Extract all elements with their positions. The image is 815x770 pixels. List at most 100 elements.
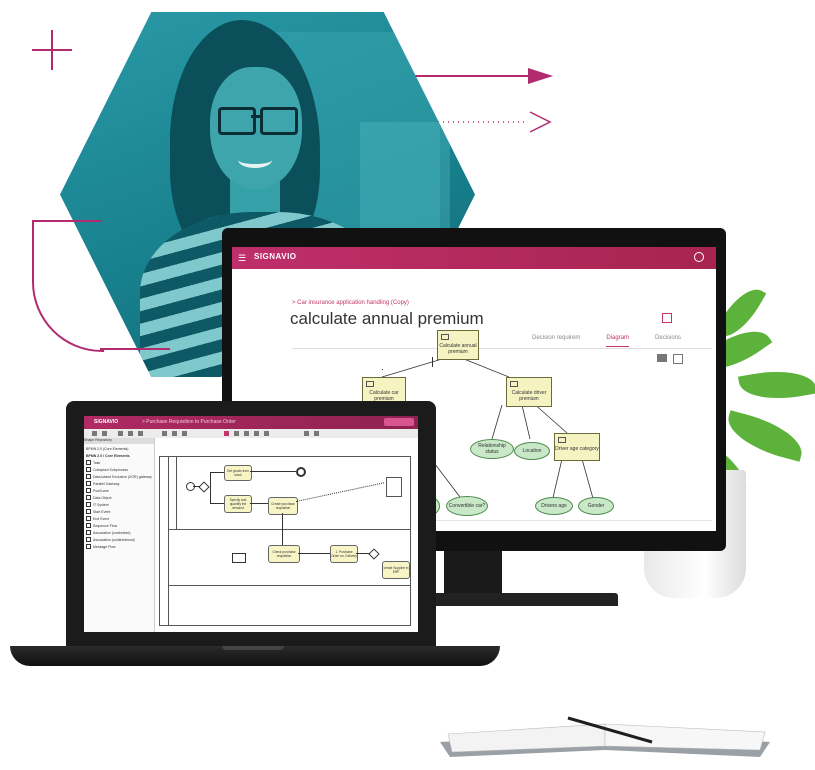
breadcrumb[interactable]: > Purchase Requisition to Purchase Order bbox=[142, 419, 236, 425]
toolbar-icon[interactable] bbox=[172, 431, 177, 436]
decision-calculate-annual-premium[interactable]: Calculate annual premium bbox=[437, 330, 479, 360]
shape-item[interactable]: Association (unidirectional) bbox=[84, 536, 154, 543]
shape-item[interactable]: Sequence Flow bbox=[84, 522, 154, 529]
connector bbox=[491, 404, 503, 440]
bpmn-canvas[interactable]: Get goods from stock Specify and quantif… bbox=[155, 438, 418, 632]
shape-item[interactable]: Collapsed Subprocess bbox=[84, 466, 154, 473]
plus-decoration-v bbox=[51, 30, 53, 70]
shape-icon bbox=[86, 460, 91, 465]
toolbar-icon[interactable] bbox=[128, 431, 133, 436]
smile bbox=[238, 152, 272, 168]
shape-icon bbox=[86, 481, 91, 486]
laptop-notch bbox=[222, 646, 284, 650]
shape-item[interactable]: Pool/Lane bbox=[84, 487, 154, 494]
sequence-flow bbox=[282, 513, 283, 545]
glasses bbox=[218, 107, 256, 135]
toolbar-icon[interactable] bbox=[92, 431, 97, 436]
association bbox=[295, 482, 385, 503]
shape-item[interactable]: Start Event bbox=[84, 508, 154, 515]
shape-item[interactable]: Parallel Gateway bbox=[84, 480, 154, 487]
shape-item[interactable]: Association (undirected) bbox=[84, 529, 154, 536]
panel-group[interactable]: BPMN 2.0 (Core Elements) bbox=[84, 445, 154, 452]
shape-icon bbox=[86, 467, 91, 472]
toolbar-icon[interactable] bbox=[304, 431, 309, 436]
open-notebook bbox=[440, 716, 770, 757]
header-button[interactable] bbox=[384, 418, 414, 426]
shape-repository-panel: Shape Repository BPMN 2.0 (Core Elements… bbox=[84, 438, 155, 632]
toolbar-icon[interactable] bbox=[264, 431, 269, 436]
task-create-requisition[interactable]: Create purchase requisition bbox=[268, 497, 298, 515]
sequence-flow bbox=[210, 503, 224, 504]
toolbar-icon[interactable] bbox=[162, 431, 167, 436]
laptop: SIGNAVIO > Purchase Requisition to Purch… bbox=[66, 401, 436, 646]
input-convertible[interactable]: Convertible car? bbox=[446, 496, 488, 516]
shape-item[interactable]: Data Object bbox=[84, 494, 154, 501]
shape-item[interactable]: Task bbox=[84, 459, 154, 466]
bpmn-pool[interactable]: Get goods from stock Specify and quantif… bbox=[159, 456, 411, 626]
toolbar-icon[interactable] bbox=[234, 431, 239, 436]
connector bbox=[381, 358, 443, 378]
arc-decoration bbox=[100, 348, 170, 350]
decision-table-icon bbox=[366, 381, 374, 387]
input-drivers-age[interactable]: Drivers age bbox=[535, 497, 573, 515]
sequence-flow bbox=[210, 472, 211, 504]
panel-header: Shape Repository bbox=[84, 438, 154, 444]
decision-table-icon bbox=[510, 381, 518, 387]
lane-label-strip bbox=[168, 457, 177, 529]
arrow-head-solid bbox=[528, 68, 553, 84]
end-event[interactable] bbox=[296, 467, 306, 477]
toolbar-icon[interactable] bbox=[254, 431, 259, 436]
erp-system-icon bbox=[232, 553, 246, 563]
glasses-bridge bbox=[251, 115, 260, 118]
decision-driver-age-category[interactable]: Driver age category bbox=[554, 433, 600, 461]
gateway[interactable] bbox=[368, 548, 380, 560]
connector bbox=[551, 458, 563, 503]
task-purchase-order[interactable]: 1. Purchase Order no. Delivery bbox=[330, 545, 358, 563]
panel-section[interactable]: BPMN 2.0 / Core Elements bbox=[84, 452, 154, 459]
toolbar-icon[interactable] bbox=[102, 431, 107, 436]
gateway[interactable] bbox=[198, 481, 210, 493]
decision-table-icon bbox=[558, 437, 566, 443]
decision-table-icon bbox=[441, 334, 449, 340]
arrow-head-dotted bbox=[529, 111, 552, 133]
shape-item[interactable]: Message Flow bbox=[84, 543, 154, 550]
toolbar-icon[interactable] bbox=[224, 431, 229, 436]
task-check-requisition[interactable]: Check purchase requisition bbox=[268, 545, 300, 563]
shape-item[interactable]: End Event bbox=[84, 515, 154, 522]
decision-calculate-driver-premium[interactable]: Calculate driver premium bbox=[506, 377, 552, 407]
plant-leaf bbox=[737, 363, 815, 407]
monitor-stand-neck bbox=[444, 551, 502, 593]
task-create-supplier[interactable]: create Supplier in ERP bbox=[382, 561, 410, 579]
notebook-page-right bbox=[604, 723, 766, 751]
sequence-flow bbox=[250, 471, 296, 472]
shape-item[interactable]: Data-based Exclusive (XOR) gateway bbox=[84, 473, 154, 480]
task-get-goods[interactable]: Get goods from stock bbox=[224, 465, 252, 481]
sequence-flow bbox=[298, 553, 330, 554]
sequence-flow bbox=[356, 553, 370, 554]
task-specify-demand[interactable]: Specify and quantify the demand bbox=[224, 495, 252, 513]
input-relationship-status[interactable]: Relationship status bbox=[470, 439, 514, 459]
shape-icon bbox=[86, 537, 91, 542]
toolbar-icon[interactable] bbox=[244, 431, 249, 436]
shape-item[interactable]: IT System bbox=[84, 501, 154, 508]
shape-icon bbox=[86, 530, 91, 535]
shape-icon bbox=[86, 474, 91, 479]
lane-divider bbox=[168, 529, 410, 530]
shape-icon bbox=[86, 544, 91, 549]
toolbar-icon[interactable] bbox=[138, 431, 143, 436]
shape-icon bbox=[86, 502, 91, 507]
connector bbox=[521, 404, 531, 440]
toolbar-icon[interactable] bbox=[314, 431, 319, 436]
plant-leaf bbox=[722, 410, 808, 462]
sequence-flow bbox=[210, 472, 224, 473]
lane-divider bbox=[168, 585, 410, 586]
connector bbox=[581, 458, 595, 503]
toolbar-icon[interactable] bbox=[118, 431, 123, 436]
sequence-flow bbox=[193, 486, 200, 487]
shape-icon bbox=[86, 516, 91, 521]
data-object[interactable] bbox=[386, 477, 402, 497]
input-location[interactable]: Location bbox=[514, 442, 550, 460]
laptop-screen: SIGNAVIO > Purchase Requisition to Purch… bbox=[84, 416, 418, 632]
input-gender[interactable]: Gender bbox=[578, 497, 614, 515]
toolbar-icon[interactable] bbox=[182, 431, 187, 436]
